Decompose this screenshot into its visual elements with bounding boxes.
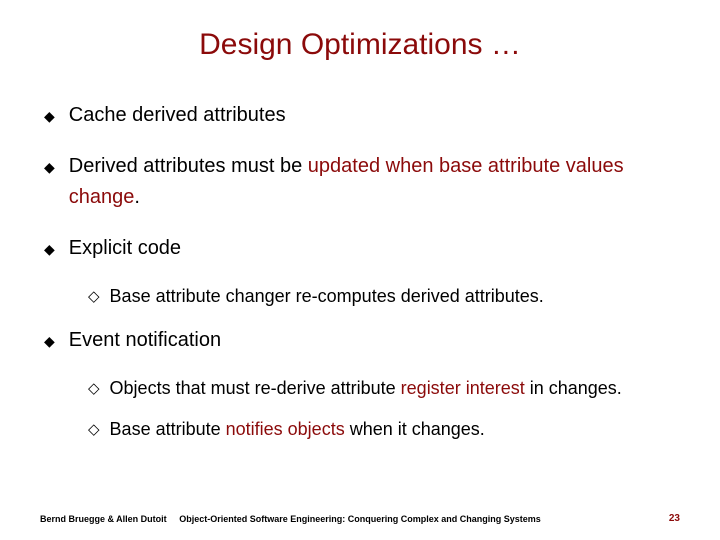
hollow-diamond-bullet-icon: ◇ [88, 378, 100, 399]
bullet-text: Objects that must re-derive attribute re… [110, 376, 622, 401]
slide: Design Optimizations … ◆ Cache derived a… [0, 0, 720, 540]
subbullet-notifies: ◇ Base attribute notifies objects when i… [88, 417, 680, 442]
bullet-text: Explicit code [69, 233, 181, 264]
bullet-text: Cache derived attributes [69, 100, 286, 131]
bullet-updated: ◆ Derived attributes must be updated whe… [44, 151, 680, 213]
footer-author: Bernd Bruegge & Allen Dutoit [40, 514, 167, 524]
bullet-explicit: ◆ Explicit code [44, 233, 680, 264]
slide-body: ◆ Cache derived attributes ◆ Derived att… [40, 100, 680, 443]
subbullet-recompute: ◇ Base attribute changer re-computes der… [88, 284, 680, 309]
footer-book-title: Object-Oriented Software Engineering: Co… [179, 514, 541, 524]
hollow-diamond-bullet-icon: ◇ [88, 286, 100, 307]
diamond-bullet-icon: ◆ [44, 239, 55, 261]
diamond-bullet-icon: ◆ [44, 106, 55, 128]
diamond-bullet-icon: ◆ [44, 157, 55, 179]
bullet-text: Base attribute notifies objects when it … [110, 417, 485, 442]
bullet-text: Event notification [69, 325, 221, 356]
accent-text: register interest [401, 378, 525, 398]
slide-number: 23 [669, 513, 680, 524]
bullet-text: Derived attributes must be updated when … [69, 151, 680, 213]
slide-footer: Bernd Bruegge & Allen Dutoit Object-Orie… [0, 513, 720, 524]
bullet-event: ◆ Event notification [44, 325, 680, 356]
hollow-diamond-bullet-icon: ◇ [88, 419, 100, 440]
slide-title: Design Optimizations … [40, 28, 680, 62]
diamond-bullet-icon: ◆ [44, 331, 55, 353]
bullet-text: Base attribute changer re-computes deriv… [110, 284, 544, 309]
subbullet-register: ◇ Objects that must re-derive attribute … [88, 376, 680, 401]
accent-text: notifies objects [226, 419, 345, 439]
bullet-cache: ◆ Cache derived attributes [44, 100, 680, 131]
